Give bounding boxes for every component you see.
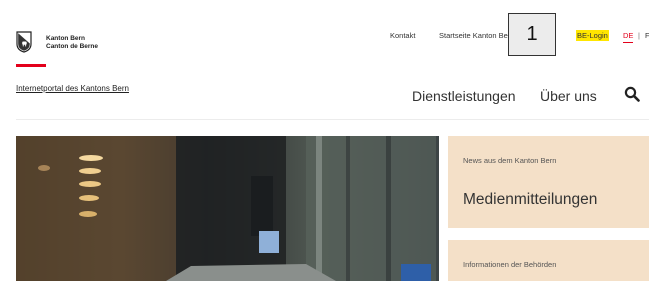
header-divider [16,119,649,120]
news-card-title[interactable]: Medienmitteilungen [463,191,597,209]
startseite-link[interactable]: Startseite Kanton Be [439,31,508,40]
brand-accent-bar [16,64,46,67]
nav-ueber-uns[interactable]: Über uns [540,88,597,104]
hero-image[interactable] [16,136,439,281]
lang-fr-link[interactable]: F [645,31,649,40]
overlay-number-badge: 1 [508,13,556,56]
nav-dienstleistungen[interactable]: Dienstleistungen [412,88,516,104]
info-card-kicker: Informationen der Behörden [463,260,557,269]
search-icon[interactable] [624,86,640,102]
kontakt-link[interactable]: Kontakt [390,31,415,40]
lang-separator: | [638,31,640,40]
news-card[interactable]: News aus dem Kanton Bern Medienmitteilun… [448,136,649,228]
be-login-link[interactable]: BE-Login [576,30,609,41]
info-card[interactable]: Informationen der Behörden [448,240,649,281]
portal-home-link[interactable]: Internetportal des Kantons Bern [16,84,129,93]
lang-de-link[interactable]: DE [623,31,634,43]
news-card-kicker: News aus dem Kanton Bern [463,156,557,165]
